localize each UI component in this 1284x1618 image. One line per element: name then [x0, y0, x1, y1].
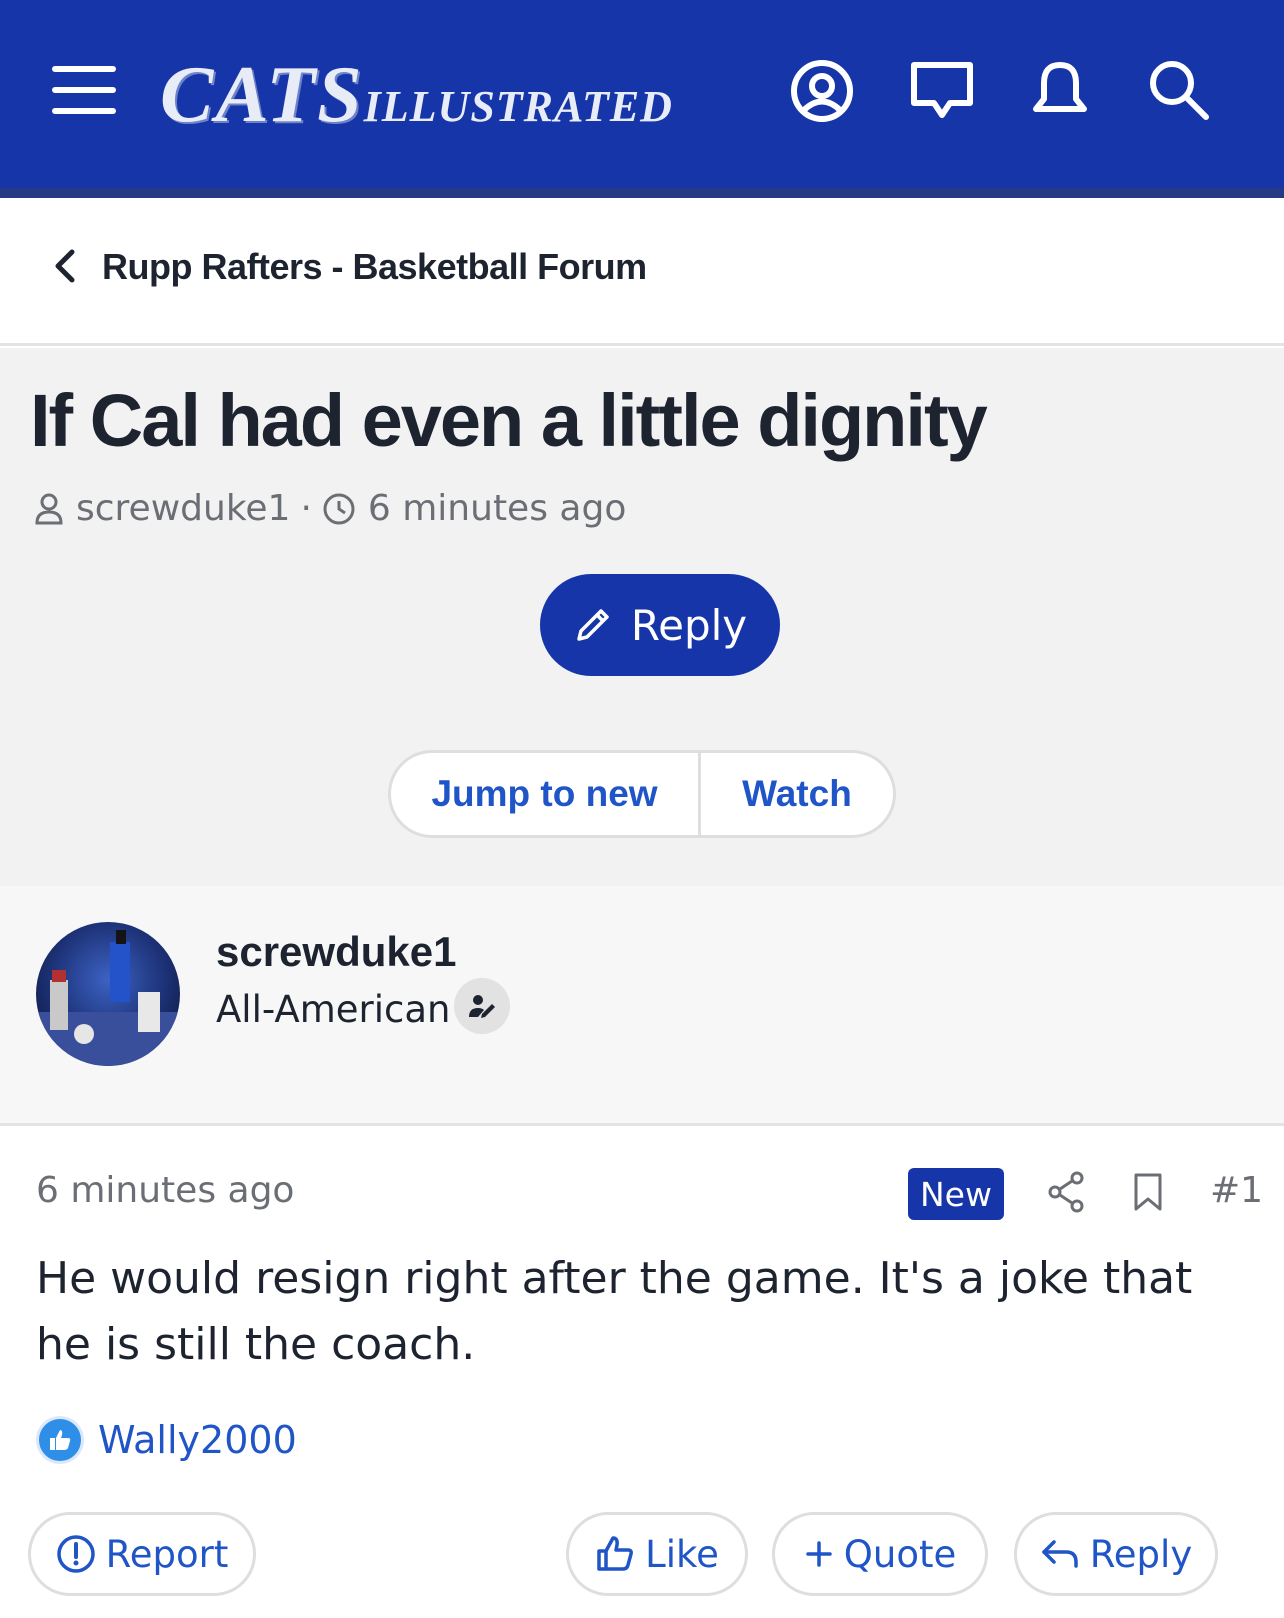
user-edit-icon[interactable] — [454, 978, 510, 1034]
quote-button[interactable]: Quote — [772, 1512, 988, 1596]
thread-title: If Cal had even a little dignity — [30, 379, 988, 462]
messages-icon[interactable] — [906, 55, 978, 127]
chevron-left-icon — [55, 249, 75, 283]
post-number[interactable]: #1 — [1210, 1170, 1263, 1211]
report-label: Report — [105, 1532, 229, 1576]
plus-icon — [806, 1541, 832, 1567]
exclamation-circle-icon — [56, 1535, 95, 1573]
author-rank: All-American — [216, 988, 451, 1031]
post: 6 minutes ago New #1 He would resign rig… — [0, 1126, 1284, 1618]
author-name[interactable]: screwduke1 — [216, 928, 456, 976]
breadcrumb[interactable]: Rupp Rafters - Basketball Forum — [0, 198, 1284, 346]
pencil-icon — [577, 609, 609, 641]
user-pen-icon — [469, 995, 495, 1018]
reaction-user[interactable]: Wally2000 — [98, 1418, 297, 1462]
reply-button-label: Reply — [630, 600, 748, 650]
thread-actions: Jump to new Watch — [388, 750, 896, 838]
post-time[interactable]: 6 minutes ago — [36, 1170, 294, 1211]
clock-icon — [323, 493, 355, 524]
post-reply-button[interactable]: Reply — [1014, 1512, 1218, 1596]
logo-sub-text: ILLUSTRATED — [363, 82, 673, 131]
report-button[interactable]: Report — [28, 1512, 256, 1596]
alerts-icon[interactable] — [1024, 55, 1096, 127]
quote-label: Quote — [843, 1532, 957, 1576]
meta-separator: · — [300, 488, 312, 529]
post-reply-label: Reply — [1089, 1532, 1193, 1576]
avatar[interactable] — [36, 922, 180, 1066]
thumbs-up-icon — [597, 1536, 634, 1571]
like-label: Like — [645, 1532, 719, 1576]
reply-button[interactable]: Reply — [540, 574, 780, 676]
account-icon[interactable] — [786, 55, 858, 127]
share-icon[interactable] — [1046, 1170, 1086, 1214]
reply-arrow-icon — [1042, 1540, 1078, 1568]
logo-main-text: CATS — [160, 51, 364, 139]
user-icon — [35, 493, 63, 524]
jump-to-new-button[interactable]: Jump to new — [391, 753, 701, 835]
thread-meta: screwduke1 · 6 minutes ago — [34, 488, 626, 529]
site-header: CATSILLUSTRATED — [0, 0, 1284, 198]
search-icon[interactable] — [1144, 55, 1216, 127]
new-badge: New — [908, 1168, 1004, 1220]
post-body: He would resign right after the game. It… — [36, 1253, 1193, 1370]
watch-button[interactable]: Watch — [701, 753, 893, 835]
thumbs-up-reaction-icon — [36, 1416, 84, 1464]
thread-header: If Cal had even a little dignity screwdu… — [0, 348, 1284, 886]
menu-icon[interactable] — [52, 66, 116, 114]
site-logo[interactable]: CATSILLUSTRATED — [160, 50, 673, 139]
thread-author[interactable]: screwduke1 — [76, 488, 290, 529]
bookmark-icon[interactable] — [1132, 1172, 1164, 1212]
thread-time: 6 minutes ago — [367, 488, 627, 529]
post-author: screwduke1 All-American — [0, 886, 1284, 1126]
like-button[interactable]: Like — [566, 1512, 748, 1596]
reactions-summary[interactable]: Wally2000 — [36, 1416, 297, 1464]
breadcrumb-label[interactable]: Rupp Rafters - Basketball Forum — [102, 246, 647, 288]
